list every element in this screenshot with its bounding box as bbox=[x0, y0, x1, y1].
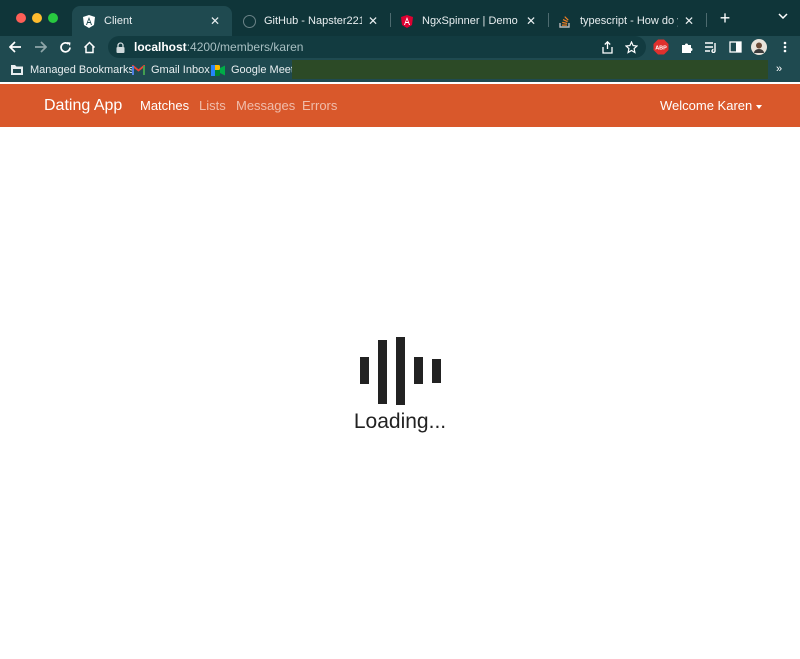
lock-icon[interactable] bbox=[116, 41, 126, 53]
nav-link-errors[interactable]: Errors bbox=[302, 84, 337, 127]
user-dropdown-toggle[interactable]: Welcome Karen bbox=[660, 84, 763, 127]
close-window-button[interactable] bbox=[16, 13, 26, 23]
adblock-extension-icon[interactable]: ABP bbox=[652, 38, 670, 56]
browser-tab-client[interactable]: Client ✕ bbox=[72, 6, 232, 36]
forward-arrow-icon[interactable] bbox=[31, 38, 49, 56]
gmail-icon bbox=[131, 63, 145, 77]
bookmark-label: Google Meet bbox=[231, 64, 294, 76]
home-icon[interactable] bbox=[80, 38, 98, 56]
spinner-bar bbox=[414, 357, 423, 384]
bookmarks-redacted-area bbox=[292, 60, 768, 79]
welcome-text: Welcome Karen bbox=[660, 98, 753, 113]
url-host: localhost bbox=[134, 40, 187, 54]
caret-down-icon bbox=[756, 104, 763, 109]
tab-separator bbox=[706, 13, 707, 27]
close-icon[interactable]: ✕ bbox=[366, 14, 380, 28]
bookmark-label: Managed Bookmarks bbox=[30, 64, 134, 76]
stackoverflow-icon bbox=[558, 14, 572, 28]
address-bar[interactable]: localhost:4200/members/karen bbox=[108, 36, 646, 58]
side-panel-icon[interactable] bbox=[726, 38, 744, 56]
tab-search-chevron-icon[interactable] bbox=[776, 10, 790, 24]
bookmark-meet[interactable]: Google Meet bbox=[211, 58, 294, 82]
maximize-window-button[interactable] bbox=[48, 13, 58, 23]
nav-link-lists[interactable]: Lists bbox=[199, 84, 226, 127]
meet-icon bbox=[211, 63, 225, 77]
nav-link-matches[interactable]: Matches bbox=[140, 84, 189, 127]
tab-title: NgxSpinner | Demo bbox=[422, 15, 518, 27]
folder-icon bbox=[10, 63, 24, 77]
bookmark-star-icon[interactable] bbox=[622, 38, 640, 56]
reading-list-icon[interactable] bbox=[702, 38, 720, 56]
spinner-bar bbox=[360, 357, 369, 384]
browser-tab-stackoverflow[interactable]: typescript - How do you s ✕ bbox=[548, 6, 706, 36]
spinner-bar bbox=[378, 340, 387, 404]
tab-title: GitHub - Napster2210/ng bbox=[264, 15, 362, 27]
url-path: :4200/members/karen bbox=[186, 40, 304, 54]
loading-spinner bbox=[359, 337, 443, 405]
browser-toolbar: localhost:4200/members/karen ABP bbox=[0, 36, 800, 58]
spinner-bar bbox=[396, 337, 405, 405]
close-icon[interactable]: ✕ bbox=[682, 14, 696, 28]
app-navbar: Dating App Matches Lists Messages Errors… bbox=[0, 84, 800, 127]
tab-title: typescript - How do you s bbox=[580, 15, 678, 27]
close-icon[interactable]: ✕ bbox=[208, 14, 222, 28]
browser-menu-icon[interactable] bbox=[776, 38, 794, 56]
angular-icon bbox=[82, 14, 96, 28]
bookmark-label: Gmail Inbox bbox=[151, 64, 210, 76]
browser-tab-strip: Client ✕ GitHub - Napster2210/ng ✕ NgxSp… bbox=[0, 0, 800, 36]
loading-text: Loading... bbox=[353, 410, 447, 433]
more-bookmarks-chevron-icon[interactable]: » bbox=[776, 63, 782, 75]
minimize-window-button[interactable] bbox=[32, 13, 42, 23]
nav-link-messages[interactable]: Messages bbox=[236, 84, 295, 127]
brand-link[interactable]: Dating App bbox=[44, 84, 122, 127]
close-icon[interactable]: ✕ bbox=[524, 14, 538, 28]
new-tab-button[interactable]: + bbox=[716, 8, 734, 28]
github-icon bbox=[242, 14, 256, 28]
spinner-bar bbox=[432, 359, 441, 383]
reload-icon[interactable] bbox=[56, 38, 74, 56]
extensions-puzzle-icon[interactable] bbox=[677, 38, 695, 56]
bookmark-gmail[interactable]: Gmail Inbox bbox=[131, 58, 210, 82]
profile-avatar[interactable] bbox=[750, 38, 768, 56]
tab-title: Client bbox=[104, 15, 133, 27]
bookmark-managed[interactable]: Managed Bookmarks bbox=[10, 58, 134, 82]
share-icon[interactable] bbox=[598, 38, 616, 56]
back-arrow-icon[interactable] bbox=[6, 38, 24, 56]
browser-tab-ngxspinner[interactable]: NgxSpinner | Demo ✕ bbox=[390, 6, 548, 36]
adblock-label: ABP bbox=[655, 46, 667, 52]
browser-tab-github[interactable]: GitHub - Napster2210/ng ✕ bbox=[232, 6, 390, 36]
bookmarks-bar: Managed Bookmarks Gmail Inbox Google Mee… bbox=[0, 58, 800, 82]
angular-icon bbox=[400, 14, 414, 28]
